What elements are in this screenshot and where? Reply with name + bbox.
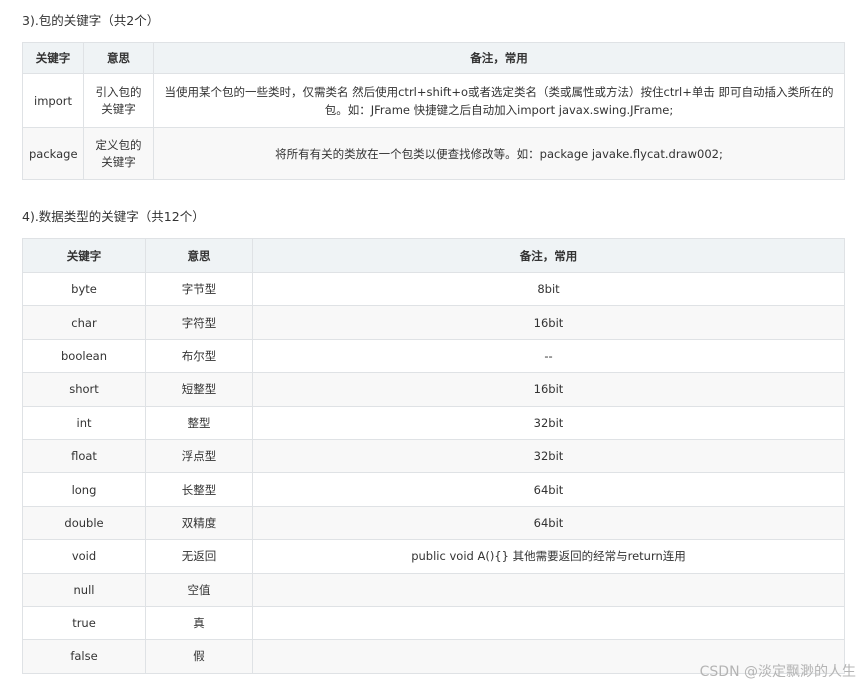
note-cell: 64bit [252, 472, 845, 507]
note-cell: public void A(){} 其他需要返回的经常与return连用 [252, 539, 845, 574]
header-note: 备注，常用 [252, 238, 845, 273]
note-cell: 将所有有关的类放在一个包类以便查找修改等。如：package javake.fl… [153, 127, 845, 180]
table-row: byte 字节型 8bit [22, 271, 845, 307]
table-row: long 长整型 64bit [22, 472, 845, 507]
table-row: double 双精度 64bit [22, 505, 845, 541]
table-header-row: 关键字 意思 备注，常用 [22, 42, 845, 74]
note-cell [252, 605, 845, 641]
note-cell [252, 572, 845, 607]
keyword-cell: import [22, 73, 84, 128]
note-cell: 当使用某个包的一些类时，仅需类名 然后使用ctrl+shift+o或者选定类名（… [153, 73, 845, 128]
table-row: boolean 布尔型 -- [22, 338, 845, 374]
table-row: import 引入包的关键字 当使用某个包的一些类时，仅需类名 然后使用ctrl… [22, 73, 845, 128]
header-keyword: 关键字 [22, 238, 146, 273]
header-meaning: 意思 [83, 42, 154, 74]
table-row: int 整型 32bit [22, 405, 845, 440]
meaning-cell: 空值 [145, 572, 253, 607]
watermark: CSDN @淡定飘渺的人生 [699, 664, 856, 680]
keyword-cell: void [22, 539, 146, 574]
meaning-cell: 真 [145, 605, 253, 641]
table-row: short 短整型 16bit [22, 372, 845, 407]
meaning-cell: 字节型 [145, 271, 253, 307]
table-row: true 真 [22, 605, 845, 641]
meaning-cell: 定义包的关键字 [83, 127, 154, 180]
table-row: void 无返回 public void A(){} 其他需要返回的经常与retur… [22, 539, 845, 574]
meaning-cell: 长整型 [145, 472, 253, 507]
note-cell: 32bit [252, 405, 845, 440]
meaning-cell: 假 [145, 639, 253, 674]
header-meaning: 意思 [145, 238, 253, 273]
package-keywords-table: 关键字 意思 备注，常用 import 引入包的关键字 当使用某个包的一些类时，… [22, 42, 845, 180]
meaning-cell: 引入包的关键字 [83, 73, 154, 128]
note-cell: 64bit [252, 505, 845, 541]
meaning-cell: 短整型 [145, 372, 253, 407]
header-note: 备注，常用 [153, 42, 845, 74]
meaning-cell: 布尔型 [145, 338, 253, 374]
meaning-cell: 双精度 [145, 505, 253, 541]
keyword-cell: char [22, 305, 146, 340]
note-cell: 16bit [252, 372, 845, 407]
table-row: null 空值 [22, 572, 845, 607]
keyword-cell: package [22, 127, 84, 180]
keyword-cell: double [22, 505, 146, 541]
header-keyword: 关键字 [22, 42, 84, 74]
note-cell: -- [252, 338, 845, 374]
note-cell: 8bit [252, 271, 845, 307]
data-type-keywords-table: 关键字 意思 备注，常用 byte 字节型 8bit char 字符型 16bit bool… [22, 238, 845, 674]
meaning-cell: 整型 [145, 405, 253, 440]
keyword-cell: null [22, 572, 146, 607]
keyword-cell: false [22, 639, 146, 674]
keyword-cell: float [22, 438, 146, 474]
section3-heading: 3).包的关键字（共2个） [22, 13, 160, 28]
keyword-cell: boolean [22, 338, 146, 374]
keyword-cell: byte [22, 271, 146, 307]
table-row: float 浮点型 32bit [22, 438, 845, 474]
keyword-cell: long [22, 472, 146, 507]
table-header-row: 关键字 意思 备注，常用 [22, 238, 845, 273]
keyword-cell: true [22, 605, 146, 641]
section4-heading: 4).数据类型的关键字（共12个） [22, 209, 205, 224]
note-cell: 16bit [252, 305, 845, 340]
meaning-cell: 无返回 [145, 539, 253, 574]
table-row: package 定义包的关键字 将所有有关的类放在一个包类以便查找修改等。如：p… [22, 127, 845, 180]
meaning-cell: 浮点型 [145, 438, 253, 474]
keyword-cell: short [22, 372, 146, 407]
table-row: char 字符型 16bit [22, 305, 845, 340]
meaning-cell: 字符型 [145, 305, 253, 340]
keyword-cell: int [22, 405, 146, 440]
note-cell: 32bit [252, 438, 845, 474]
